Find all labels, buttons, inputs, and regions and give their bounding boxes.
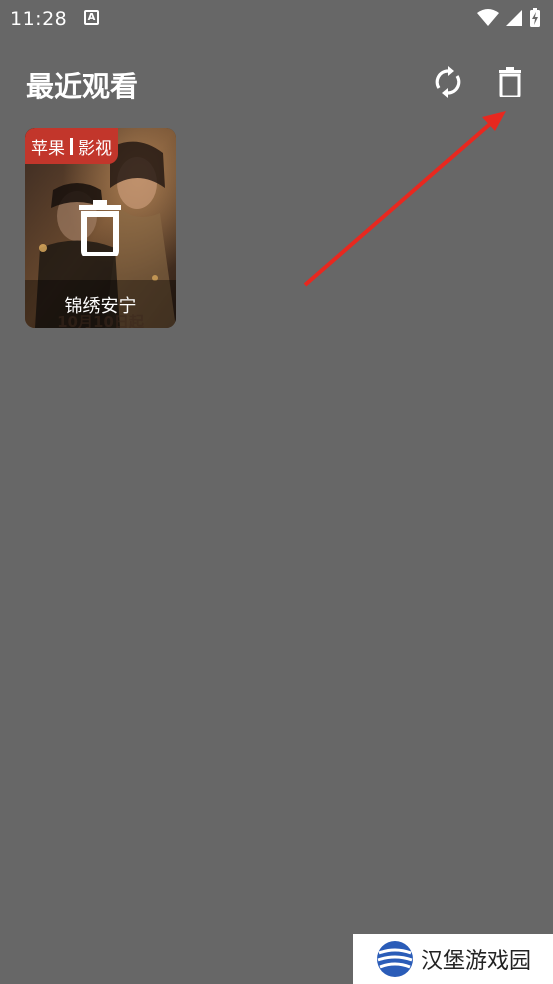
watermark-logo-icon [377,941,413,977]
watermark: 汉堡游戏园 [353,934,553,984]
annotation-arrow [303,111,506,287]
watermark-text: 汉堡游戏园 [421,949,532,974]
